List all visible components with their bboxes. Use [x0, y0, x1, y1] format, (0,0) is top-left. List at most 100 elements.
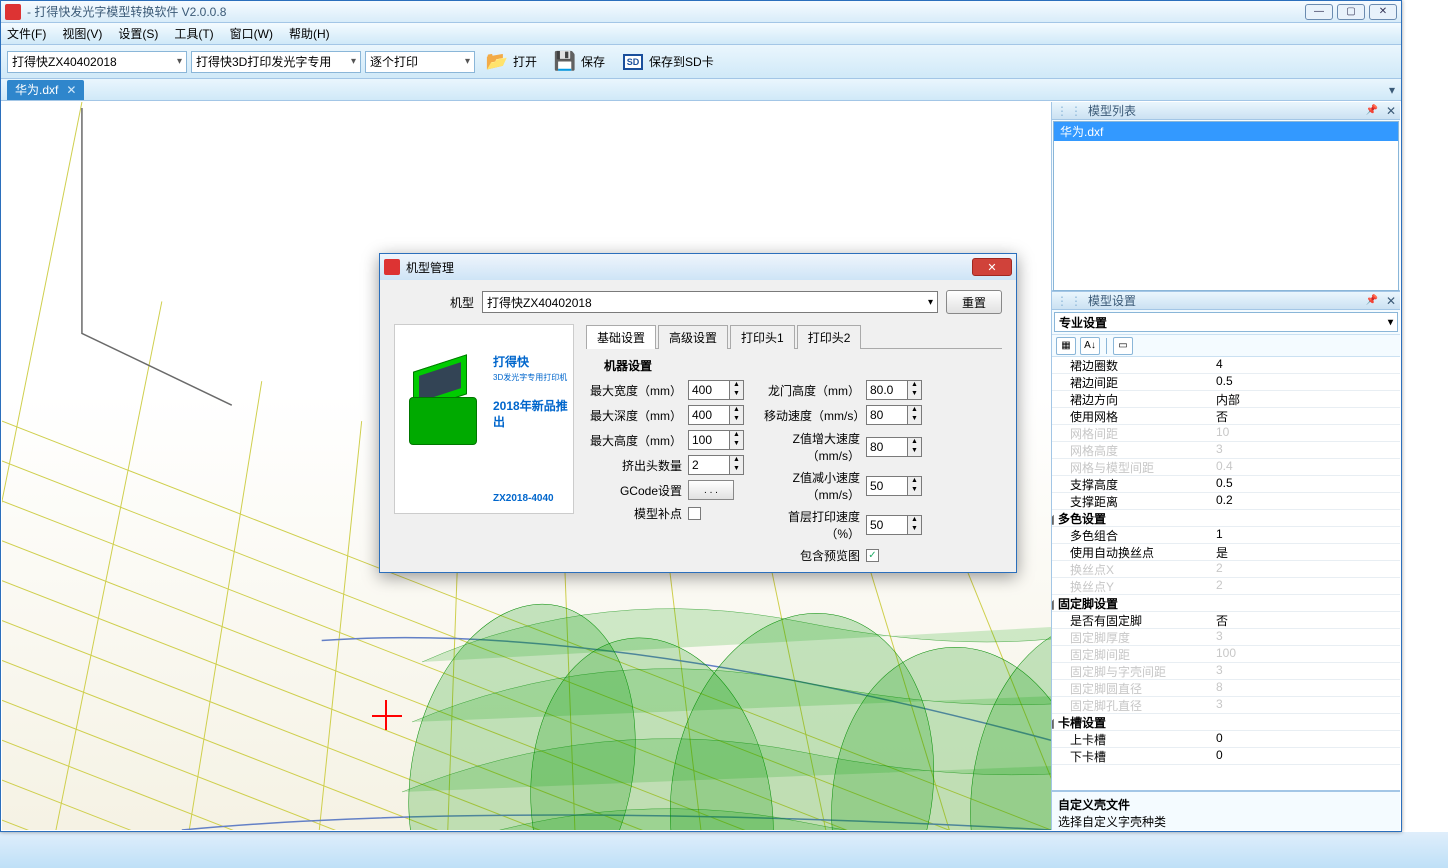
property-row[interactable]: 上卡槽0 — [1052, 731, 1400, 748]
app-icon — [5, 4, 21, 20]
save-button[interactable]: 💾 保存 — [547, 48, 611, 76]
close-button[interactable]: ✕ — [1369, 4, 1397, 20]
property-group[interactable]: ◢固定脚设置 — [1052, 595, 1400, 612]
expand-icon[interactable]: ▭ — [1113, 337, 1133, 355]
document-tab[interactable]: 华为.dxf ✕ — [7, 80, 84, 100]
property-row[interactable]: 多色组合1 — [1052, 527, 1400, 544]
property-row: 固定脚孔直径3 — [1052, 697, 1400, 714]
spin-input[interactable]: ▲▼ — [866, 437, 922, 457]
form-field: 龙门高度（mm）▲▼ — [764, 380, 922, 400]
menu-window[interactable]: 窗口(W) — [230, 25, 273, 42]
list-item[interactable]: 华为.dxf — [1054, 122, 1398, 141]
close-tab-icon[interactable]: ✕ — [66, 83, 76, 97]
property-row[interactable]: 使用自动换丝点是 — [1052, 544, 1400, 561]
property-row: 换丝点X2 — [1052, 561, 1400, 578]
checkbox[interactable]: ✓ — [866, 549, 879, 562]
settings-profile-combo[interactable]: 专业设置 ▾ — [1054, 312, 1398, 332]
folder-open-icon: 📂 — [485, 50, 509, 74]
form-field: 最大深度（mm）▲▼ — [586, 405, 744, 425]
tab-head2[interactable]: 打印头2 — [797, 325, 862, 349]
mode-combo-value: 逐个打印 — [370, 53, 418, 70]
form-field: 移动速度（mm/s）▲▼ — [764, 405, 922, 425]
form-field: 包含预览图✓ — [764, 547, 922, 564]
model-list-header: ⋮⋮ 模型列表 📌 ✕ — [1052, 102, 1400, 120]
window-title: - 打得快发光字模型转换软件 V2.0.0.8 — [27, 3, 226, 20]
property-row[interactable]: 使用网格否 — [1052, 408, 1400, 425]
form-field: 最大高度（mm）▲▼ — [586, 430, 744, 450]
sd-card-icon: SD — [621, 50, 645, 74]
form-field: 首层打印速度（%）▲▼ — [764, 508, 922, 542]
machine-combo[interactable]: 打得快ZX40402018▾ — [7, 51, 187, 73]
machine-label: 机型 — [394, 294, 474, 311]
pin-icon[interactable]: 📌 — [1361, 295, 1381, 306]
property-row[interactable]: 裙边圈数4 — [1052, 357, 1400, 374]
categorize-icon[interactable]: ▦ — [1056, 337, 1076, 355]
tab-head1[interactable]: 打印头1 — [730, 325, 795, 349]
form-field: 最大宽度（mm）▲▼ — [586, 380, 744, 400]
titlebar: - 打得快发光字模型转换软件 V2.0.0.8 — ▢ ✕ — [1, 1, 1401, 23]
settings-mini-toolbar: ▦ A↓ ▭ — [1052, 335, 1400, 357]
combo-input[interactable]: ▲▼ — [688, 455, 744, 475]
reset-button[interactable]: 重置 — [946, 290, 1002, 314]
maximize-button[interactable]: ▢ — [1337, 4, 1365, 20]
menu-tools[interactable]: 工具(T) — [174, 25, 213, 42]
tab-overflow-icon[interactable]: ▾ — [1383, 83, 1401, 97]
mode-combo[interactable]: 逐个打印▾ — [365, 51, 475, 73]
machine-select[interactable]: 打得快ZX40402018▾ — [482, 291, 938, 313]
property-row[interactable]: 支撑距离0.2 — [1052, 493, 1400, 510]
property-row[interactable]: 裙边方向内部 — [1052, 391, 1400, 408]
dialog-close-button[interactable]: ✕ — [972, 258, 1012, 276]
property-row: 固定脚间距100 — [1052, 646, 1400, 663]
menu-view[interactable]: 视图(V) — [62, 25, 102, 42]
open-button[interactable]: 📂 打开 — [479, 48, 543, 76]
spin-input[interactable]: ▲▼ — [688, 430, 744, 450]
sort-az-icon[interactable]: A↓ — [1080, 337, 1100, 355]
menu-settings[interactable]: 设置(S) — [118, 25, 158, 42]
property-grid[interactable]: 裙边圈数4裙边间距0.5裙边方向内部使用网格否网格间距10网格高度3网格与模型间… — [1052, 357, 1400, 790]
property-row: 固定脚圆直径8 — [1052, 680, 1400, 697]
model-mesh — [402, 562, 1052, 830]
menu-file[interactable]: 文件(F) — [7, 25, 46, 42]
machine-combo-value: 打得快ZX40402018 — [12, 53, 117, 70]
checkbox[interactable] — [688, 507, 701, 520]
spin-input[interactable]: ▲▼ — [866, 476, 922, 496]
dialog-tabs: 基础设置 高级设置 打印头1 打印头2 — [586, 324, 1002, 349]
property-row: 网格高度3 — [1052, 442, 1400, 459]
form-field: 模型补点 — [586, 505, 744, 522]
tab-basic[interactable]: 基础设置 — [586, 325, 656, 349]
form-field: 挤出头数量▲▼ — [586, 455, 744, 475]
tab-advanced[interactable]: 高级设置 — [658, 325, 728, 349]
dialog-titlebar[interactable]: 机型管理 ✕ — [380, 254, 1016, 280]
minimize-button[interactable]: — — [1305, 4, 1333, 20]
toolbar: 打得快ZX40402018▾ 打得快3D打印发光字专用▾ 逐个打印▾ 📂 打开 … — [1, 45, 1401, 79]
main-window: - 打得快发光字模型转换软件 V2.0.0.8 — ▢ ✕ 文件(F) 视图(V… — [0, 0, 1402, 832]
property-group[interactable]: ◢卡槽设置 — [1052, 714, 1400, 731]
machine-image: 打得快 3D发光字专用打印机 2018年新品推出 ZX2018-4040 — [394, 324, 574, 514]
form-field: Z值减小速度（mm/s）▲▼ — [764, 469, 922, 503]
property-row: 网格间距10 — [1052, 425, 1400, 442]
gcode-settings-button[interactable]: . . . — [688, 480, 734, 500]
property-row[interactable]: 下卡槽0 — [1052, 748, 1400, 765]
property-group[interactable]: ◢多色设置 — [1052, 510, 1400, 527]
save-sd-button[interactable]: SD 保存到SD卡 — [615, 48, 720, 76]
panel-close-icon[interactable]: ✕ — [1386, 104, 1396, 118]
profile-combo[interactable]: 打得快3D打印发光字专用▾ — [191, 51, 361, 73]
spin-input[interactable]: ▲▼ — [688, 405, 744, 425]
property-row[interactable]: 支撑高度0.5 — [1052, 476, 1400, 493]
spin-input[interactable]: ▲▼ — [866, 380, 922, 400]
model-list[interactable]: 华为.dxf — [1053, 121, 1399, 291]
section-title: 机器设置 — [604, 357, 1002, 374]
panel-close-icon[interactable]: ✕ — [1386, 294, 1396, 308]
save-icon: 💾 — [553, 50, 577, 74]
property-row: 换丝点Y2 — [1052, 578, 1400, 595]
menu-help[interactable]: 帮助(H) — [289, 25, 330, 42]
spin-input[interactable]: ▲▼ — [688, 380, 744, 400]
property-row: 固定脚厚度3 — [1052, 629, 1400, 646]
spin-input[interactable]: ▲▼ — [866, 515, 922, 535]
spin-input[interactable]: ▲▼ — [866, 405, 922, 425]
pin-icon[interactable]: 📌 — [1361, 105, 1381, 116]
property-row[interactable]: 裙边间距0.5 — [1052, 374, 1400, 391]
dialog-icon — [384, 259, 400, 275]
property-row[interactable]: 是否有固定脚否 — [1052, 612, 1400, 629]
model-settings-header: ⋮⋮ 模型设置 📌 ✕ — [1052, 292, 1400, 310]
